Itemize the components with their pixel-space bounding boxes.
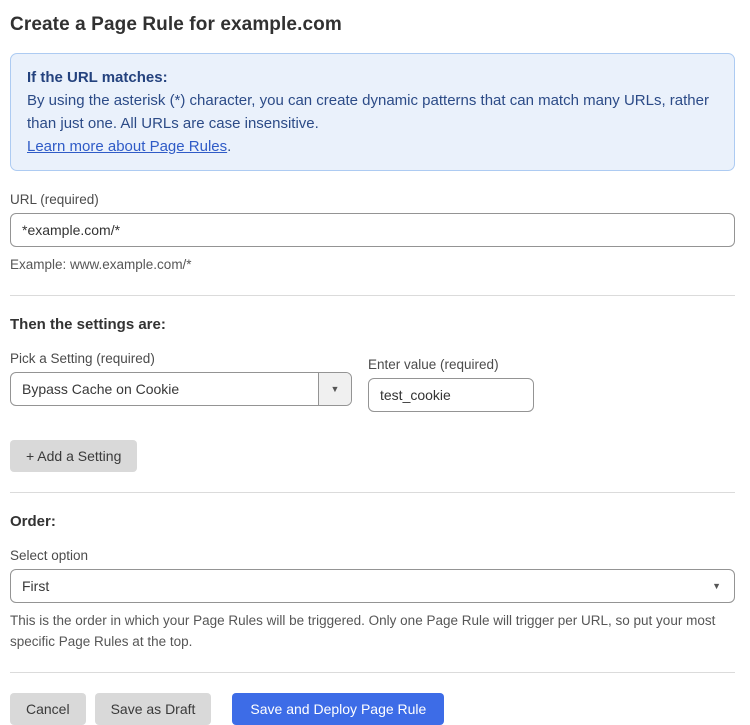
url-helper: Example: www.example.com/* [10,257,192,272]
info-heading: If the URL matches: [27,69,168,86]
url-match-info-box: If the URL matches: By using the asteris… [10,53,735,171]
settings-heading: Then the settings are: [10,316,166,333]
divider [10,492,735,493]
url-input[interactable] [10,213,735,247]
url-label: URL (required) [10,192,99,207]
setting-value-input[interactable] [368,378,534,412]
footer-actions: Cancel Save as Draft Save and Deploy Pag… [10,693,735,725]
value-column: Enter value (required) [368,351,534,412]
add-setting-row: + Add a Setting [10,440,735,472]
order-helper: This is the order in which your Page Rul… [10,613,716,649]
divider [10,295,735,296]
order-heading: Order: [10,513,56,530]
caret-down-icon: ▼ [712,580,721,591]
save-deploy-button[interactable]: Save and Deploy Page Rule [232,693,445,725]
setting-select-value: Bypass Cache on Cookie [22,381,180,397]
order-select-value: First [22,578,50,594]
link-suffix: . [227,138,232,155]
order-label: Select option [10,548,89,563]
cancel-button[interactable]: Cancel [10,693,86,725]
info-link-line: Learn more about Page Rules. [27,135,718,158]
page-title: Create a Page Rule for example.com [10,14,342,35]
setting-select[interactable]: Bypass Cache on Cookie ▼ [10,372,352,406]
page-rules-link[interactable]: Learn more about Page Rules [27,138,227,155]
value-label: Enter value (required) [368,357,499,372]
caret-down-icon: ▼ [330,383,340,394]
settings-row: Pick a Setting (required) Bypass Cache o… [10,351,735,412]
info-body: By using the asterisk (*) character, you… [27,92,709,132]
divider [10,672,735,673]
setting-label: Pick a Setting (required) [10,351,155,366]
order-select[interactable]: First ▼ [10,569,735,603]
order-select-caret: ▼ [712,580,734,591]
setting-select-caret-button[interactable]: ▼ [318,373,351,405]
setting-column: Pick a Setting (required) Bypass Cache o… [10,351,352,406]
add-setting-button[interactable]: + Add a Setting [10,440,138,472]
save-draft-button[interactable]: Save as Draft [94,693,212,725]
